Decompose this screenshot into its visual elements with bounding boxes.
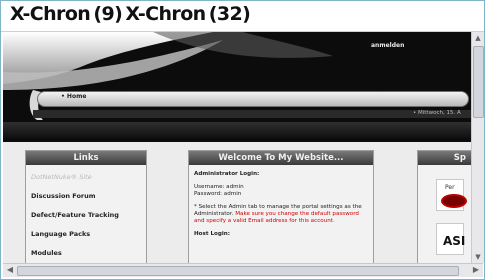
links-panel-title: Links bbox=[26, 151, 146, 165]
vertical-scroll-thumb[interactable] bbox=[473, 46, 484, 118]
date-bar bbox=[33, 110, 471, 118]
link-item-defect-tracking[interactable]: Defect/Feature Tracking bbox=[31, 211, 141, 219]
link-item-discussion-forum[interactable]: Discussion Forum bbox=[31, 192, 141, 200]
header-band bbox=[3, 122, 471, 138]
browser-viewport: anmelden • Home • Mittwoch, 15. A Links … bbox=[3, 32, 471, 263]
horizontal-scroll-thumb[interactable] bbox=[17, 266, 459, 276]
links-panel-body: DotNetNuke® Site Discussion Forum Defect… bbox=[31, 173, 141, 263]
welcome-panel-title: Welcome To My Website... bbox=[189, 151, 373, 165]
link-item-dotnetnuke[interactable]: DotNetNuke® Site bbox=[31, 173, 141, 181]
sponsor-panel: Sp Per ASI bbox=[417, 150, 471, 263]
sponsor-ad-top[interactable]: Per bbox=[436, 179, 467, 211]
date-text: • Mittwoch, 15. A bbox=[413, 110, 461, 116]
welcome-panel-body: Administrator Login: Username: admin Pas… bbox=[194, 171, 368, 238]
username-line: Username: admin bbox=[194, 184, 244, 190]
welcome-panel: Welcome To My Website... Administrator L… bbox=[188, 150, 374, 263]
caption-bar: X-Chron (9) X-Chron (32) bbox=[1, 1, 484, 32]
scroll-up-icon[interactable]: ▲ bbox=[474, 34, 482, 42]
caption-text: X-Chron (9) X-Chron (32) bbox=[10, 3, 251, 25]
sponsor-panel-title: Sp bbox=[418, 151, 471, 165]
scroll-right-icon[interactable]: ▶ bbox=[471, 265, 481, 275]
figure-frame: X-Chron (9) X-Chron (32) anmelden • Home bbox=[0, 0, 485, 280]
link-item-language-packs[interactable]: Language Packs bbox=[31, 230, 141, 238]
password-line: Password: admin bbox=[194, 191, 242, 197]
nav-home-link[interactable]: • Home bbox=[61, 93, 86, 100]
main-nav-bar bbox=[37, 91, 469, 107]
host-login-label: Host Login: bbox=[194, 231, 231, 237]
scroll-left-icon[interactable]: ◀ bbox=[5, 265, 15, 275]
vertical-scrollbar[interactable]: ▲ ▼ bbox=[471, 32, 484, 263]
site-header: anmelden • Home • Mittwoch, 15. A bbox=[3, 32, 471, 142]
link-item-modules[interactable]: Modules bbox=[31, 249, 141, 257]
admin-login-label: Administrator Login: bbox=[194, 171, 260, 177]
scroll-down-icon[interactable]: ▼ bbox=[474, 253, 482, 261]
admin-note: * Select the Admin tab to manage the por… bbox=[194, 204, 362, 224]
links-panel: Links DotNetNuke® Site Discussion Forum … bbox=[25, 150, 147, 263]
sponsor-logo-oval bbox=[441, 194, 467, 208]
sponsor-ad-bottom[interactable]: ASI bbox=[436, 223, 465, 255]
horizontal-scrollbar[interactable]: ◀ ▶ bbox=[3, 263, 483, 277]
login-link[interactable]: anmelden bbox=[371, 42, 404, 49]
